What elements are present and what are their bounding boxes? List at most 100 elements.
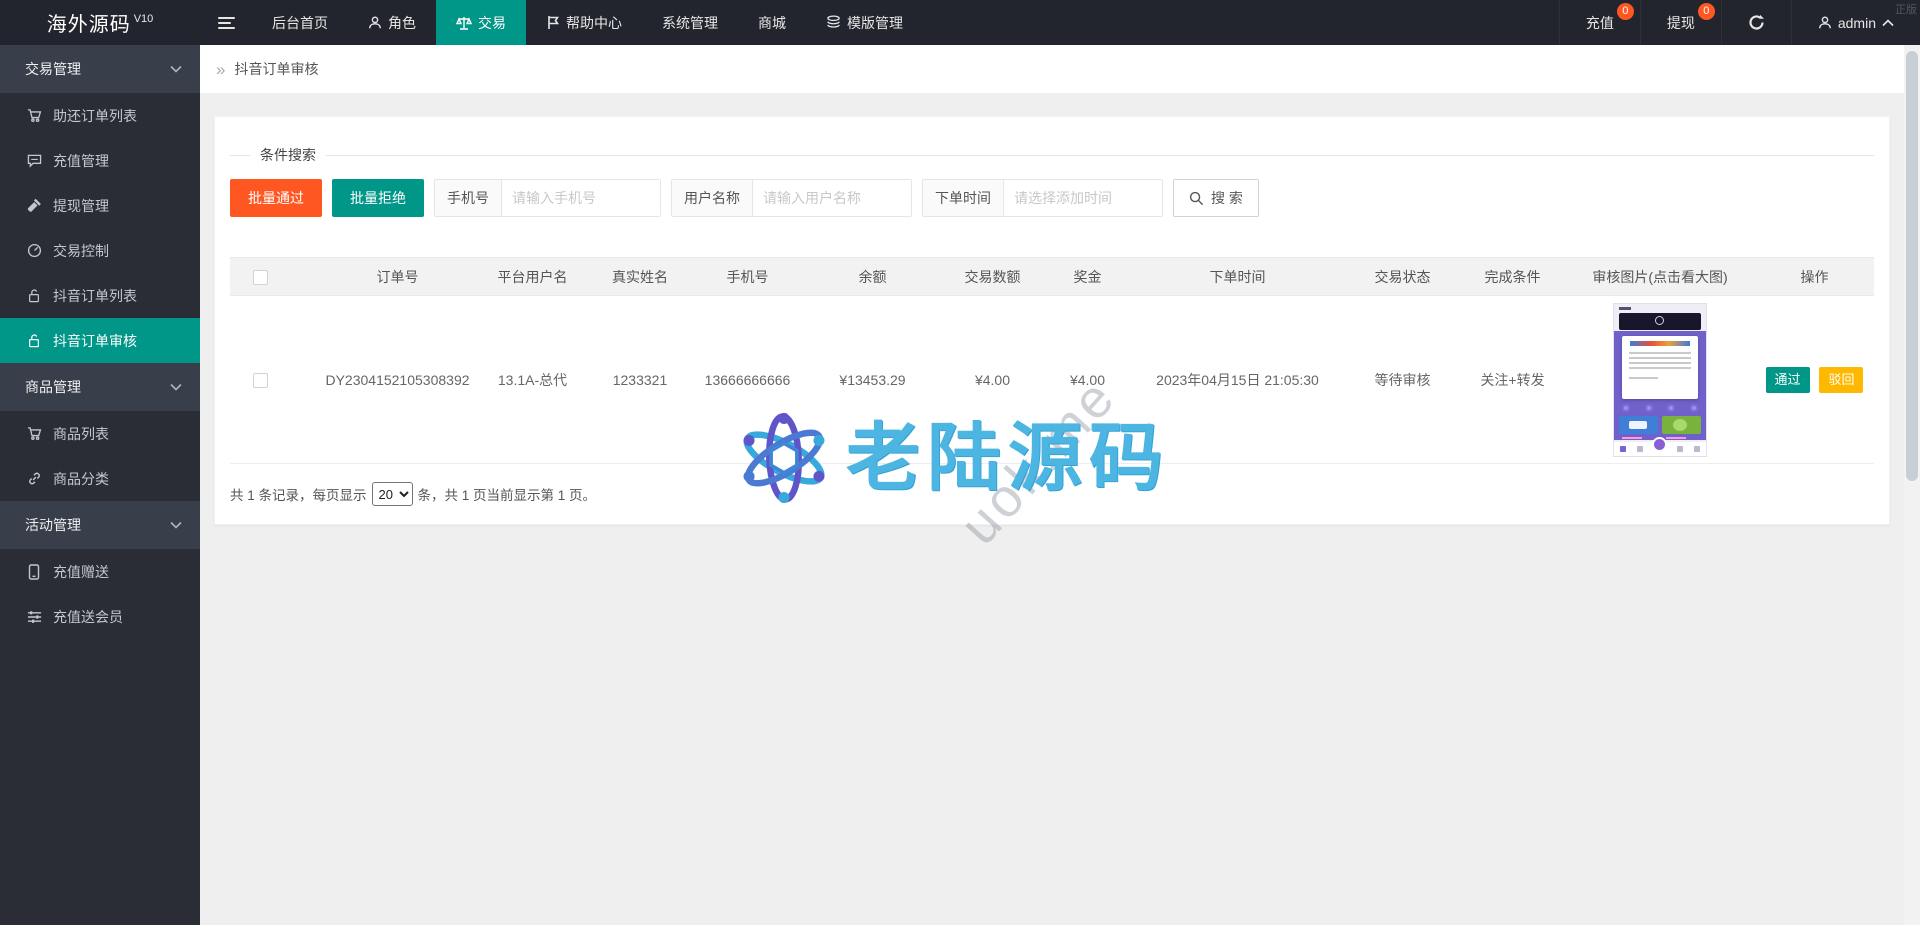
nav-item-role[interactable]: 角色 xyxy=(348,0,436,45)
sidebar-item-withdraw-manage[interactable]: 提现管理 xyxy=(0,183,200,228)
cell-real-name: 1233321 xyxy=(590,296,690,464)
col-header-status: 交易状态 xyxy=(1345,258,1460,296)
message-icon xyxy=(26,154,42,168)
table-row: DY2304152105308392 13.1A-总代 1233321 1366… xyxy=(230,296,1874,464)
cell-status: 等待审核 xyxy=(1345,296,1460,464)
refresh-icon xyxy=(1748,14,1765,31)
brand-name: 海外源码 xyxy=(47,8,131,37)
breadcrumb: » 抖音订单审核 xyxy=(200,45,1904,94)
col-header-bonus: 奖金 xyxy=(1045,258,1130,296)
thumb-icon-row xyxy=(1622,404,1698,412)
main-content: 条件搜索 批量通过 批量拒绝 手机号 用户名称 下单时间 搜 索 xyxy=(200,94,1904,925)
col-header-real-name: 真实姓名 xyxy=(590,258,690,296)
sidebar-item-douyin-order-list[interactable]: 抖音订单列表 xyxy=(0,273,200,318)
sidebar-group-activity[interactable]: 活动管理 xyxy=(0,501,200,549)
search-button-label: 搜 索 xyxy=(1211,188,1243,208)
col-header-platform-user: 平台用户名 xyxy=(475,258,590,296)
col-header-balance: 余额 xyxy=(805,258,940,296)
sidebar-item-recharge-member[interactable]: 充值送会员 xyxy=(0,594,200,639)
row-checkbox[interactable] xyxy=(253,373,268,388)
recharge-badge: 0 xyxy=(1617,3,1634,20)
nav-item-template[interactable]: 模版管理 xyxy=(806,0,923,45)
nav-item-system[interactable]: 系统管理 xyxy=(642,0,738,45)
sidebar-group-trade[interactable]: 交易管理 xyxy=(0,45,200,93)
cell-order-time: 2023年04月15日 21:05:30 xyxy=(1130,296,1345,464)
search-legend: 条件搜索 xyxy=(250,145,326,165)
content-card: 条件搜索 批量通过 批量拒绝 手机号 用户名称 下单时间 搜 索 xyxy=(214,116,1890,525)
cell-amount: ¥4.00 xyxy=(940,296,1045,464)
phone-input[interactable] xyxy=(502,180,660,216)
sidebar-item-assist-order-list[interactable]: 助还订单列表 xyxy=(0,93,200,138)
sidebar: 交易管理 助还订单列表 充值管理 提现管理 交易控制 抖音订单列表 抖音订单审核… xyxy=(0,45,200,925)
withdraw-badge: 0 xyxy=(1698,3,1715,20)
orders-table: 订单号 平台用户名 真实姓名 手机号 余额 交易数额 奖金 下单时间 交易状态 … xyxy=(230,257,1874,464)
chevron-down-icon xyxy=(170,65,182,73)
sidebar-item-label: 助还订单列表 xyxy=(53,106,137,126)
nav-item-home[interactable]: 后台首页 xyxy=(252,0,348,45)
withdraw-button[interactable]: 提现 0 xyxy=(1640,0,1721,45)
username-input[interactable] xyxy=(753,180,911,216)
sidebar-item-recharge-manage[interactable]: 充值管理 xyxy=(0,138,200,183)
phone-label: 手机号 xyxy=(435,180,502,216)
unlock-icon xyxy=(26,288,42,303)
brand-logo[interactable]: 海外源码 V10 xyxy=(0,0,200,45)
page-size-select[interactable]: 20 xyxy=(372,482,413,506)
double-angle-right-icon: » xyxy=(216,61,225,78)
search-fieldset: 条件搜索 xyxy=(230,145,1874,165)
select-all-checkbox[interactable] xyxy=(253,270,268,285)
chevron-up-icon xyxy=(1882,19,1894,27)
phone-filter-group: 手机号 xyxy=(434,179,661,217)
nav-item-label: 系统管理 xyxy=(662,13,718,33)
sidebar-item-label: 提现管理 xyxy=(53,196,109,216)
sidebar-item-label: 商品列表 xyxy=(53,424,109,444)
thumb-video-bar xyxy=(1619,313,1701,330)
scrollbar-thumb[interactable] xyxy=(1906,51,1918,481)
cart-icon xyxy=(26,108,42,123)
sidebar-group-goods[interactable]: 商品管理 xyxy=(0,363,200,411)
search-button[interactable]: 搜 索 xyxy=(1173,179,1259,217)
play-icon xyxy=(1655,316,1664,325)
username-filter-group: 用户名称 xyxy=(671,179,912,217)
nav-item-trade[interactable]: 交易 xyxy=(436,0,526,45)
user-icon xyxy=(368,15,382,30)
sidebar-item-label: 交易控制 xyxy=(53,241,109,261)
sidebar-toggle-button[interactable] xyxy=(200,0,252,45)
sidebar-item-douyin-order-review[interactable]: 抖音订单审核 xyxy=(0,318,200,363)
cell-order-no: DY2304152105308392 xyxy=(290,296,475,464)
user-icon xyxy=(1818,15,1832,30)
username-label: 用户名称 xyxy=(672,180,753,216)
nav-item-label: 帮助中心 xyxy=(566,13,622,33)
gauge-icon xyxy=(26,243,42,258)
table-header-row: 订单号 平台用户名 真实姓名 手机号 余额 交易数额 奖金 下单时间 交易状态 … xyxy=(230,258,1874,296)
sidebar-item-goods-category[interactable]: 商品分类 xyxy=(0,456,200,501)
recharge-button[interactable]: 充值 0 xyxy=(1559,0,1640,45)
refresh-button[interactable] xyxy=(1721,0,1791,45)
thumb-text-card xyxy=(1622,336,1698,399)
sidebar-item-goods-list[interactable]: 商品列表 xyxy=(0,411,200,456)
ordertime-filter-group: 下单时间 xyxy=(922,179,1163,217)
pagination-suffix: 条，共 1 页当前显示第 1 页。 xyxy=(418,484,597,504)
sidebar-group-label: 活动管理 xyxy=(25,515,81,535)
phone-icon xyxy=(26,564,42,580)
approve-button[interactable]: 通过 xyxy=(1766,367,1810,393)
col-header-order-no: 订单号 xyxy=(290,258,475,296)
sidebar-item-recharge-gift[interactable]: 充值赠送 xyxy=(0,549,200,594)
col-header-review-image: 审核图片(点击看大图) xyxy=(1565,258,1755,296)
scrollbar-track xyxy=(1904,45,1920,925)
recharge-label: 充值 xyxy=(1586,13,1614,33)
cell-balance: ¥13453.29 xyxy=(805,296,940,464)
ordertime-input[interactable] xyxy=(1004,180,1162,216)
user-label: admin xyxy=(1838,15,1876,31)
sidebar-item-label: 抖音订单审核 xyxy=(53,331,137,351)
batch-reject-button[interactable]: 批量拒绝 xyxy=(332,179,424,217)
batch-approve-button[interactable]: 批量通过 xyxy=(230,179,322,217)
sliders-icon xyxy=(26,610,42,624)
nav-item-mall[interactable]: 商城 xyxy=(738,0,806,45)
cell-phone: 13666666666 xyxy=(690,296,805,464)
nav-item-help[interactable]: 帮助中心 xyxy=(526,0,642,45)
sidebar-item-trade-control[interactable]: 交易控制 xyxy=(0,228,200,273)
sidebar-item-label: 充值赠送 xyxy=(53,562,109,582)
review-image-thumbnail[interactable] xyxy=(1614,304,1706,456)
reject-button[interactable]: 驳回 xyxy=(1819,367,1863,393)
brand-version: V10 xyxy=(134,13,154,25)
